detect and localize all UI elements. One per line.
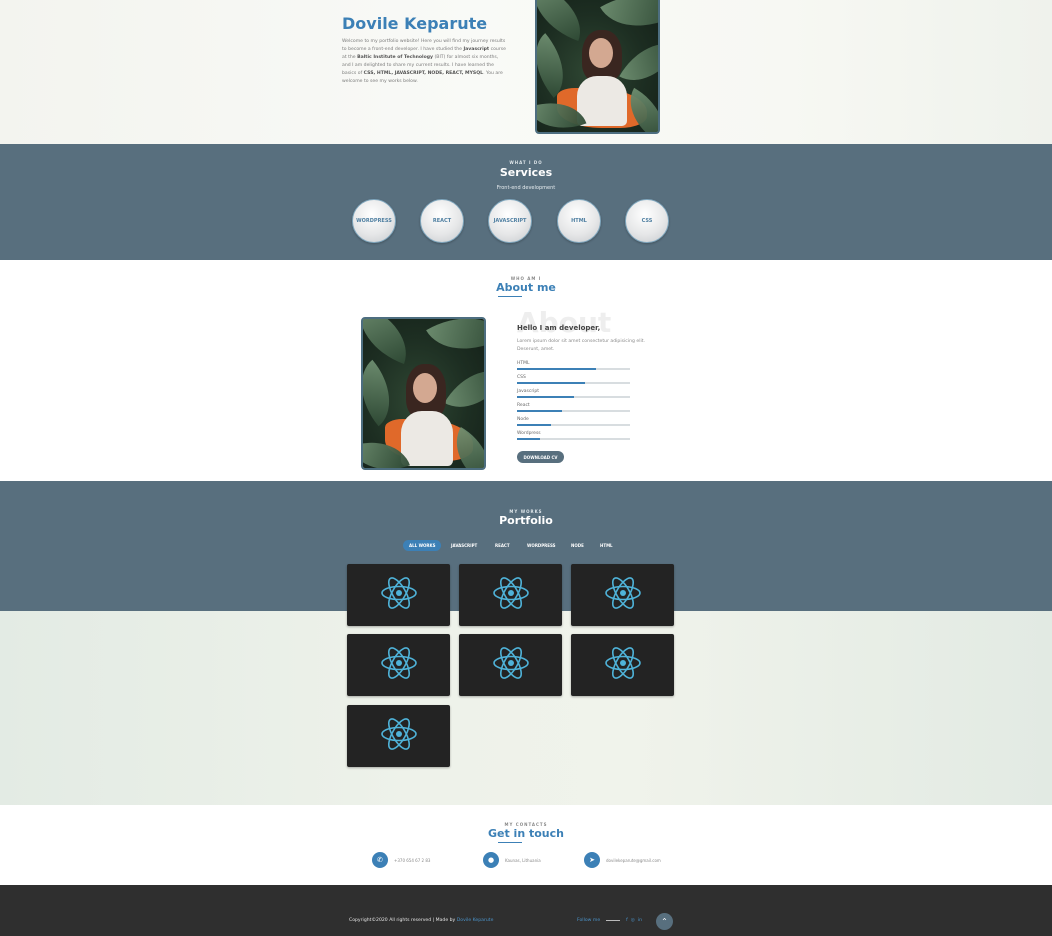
react-logo-icon [604, 646, 642, 684]
about-photo [361, 317, 486, 470]
react-logo-icon [380, 576, 418, 614]
service-css[interactable]: CSS [625, 199, 669, 243]
skill-label: Wordpress [517, 431, 541, 436]
copyright: Copyright©2020 All rights reserved | Mad… [349, 918, 493, 923]
portfolio-card[interactable] [459, 634, 562, 696]
filter-all-works[interactable]: ALL WORKS [403, 540, 442, 551]
contact-title: Get in touch [487, 827, 564, 840]
contact-email[interactable]: ➤ dovilekeparute@gmail.com [584, 852, 661, 868]
copyright-text: Copyright©2020 All rights reserved | Mad… [349, 918, 457, 923]
facebook-icon[interactable]: f [626, 918, 628, 923]
linkedin-icon[interactable]: in [638, 918, 642, 923]
filter-javascript[interactable]: JAVASCRIPT [445, 540, 483, 551]
about-title: About me [496, 281, 556, 294]
service-wordpress[interactable]: WORDPRESS [352, 199, 396, 243]
contact-phone[interactable]: ✆ +370 654 67 2 83 [372, 852, 430, 868]
skill-javascript: Javascript [517, 389, 630, 398]
hero-bio: Welcome to my portfolio website! Here yo… [342, 38, 507, 86]
follow-divider [606, 920, 621, 921]
portfolio-card[interactable] [347, 564, 450, 626]
contact-location[interactable]: ● Kaunas, Lithuania [483, 852, 541, 868]
skill-wordpress: Wordpress [517, 431, 630, 440]
skill-bar [517, 410, 630, 412]
skill-fill [517, 382, 585, 384]
phone-icon: ✆ [372, 852, 388, 868]
contact-email-text: dovilekeparute@gmail.com [606, 857, 661, 863]
skill-fill [517, 410, 563, 412]
skill-css: CSS [517, 375, 630, 384]
react-logo-icon [492, 576, 530, 614]
skill-fill [517, 368, 597, 370]
skill-fill [517, 438, 540, 440]
portfolio-card[interactable] [571, 564, 674, 626]
skill-fill [517, 424, 551, 426]
skill-react: React [517, 403, 630, 412]
skill-label: HTML [517, 361, 530, 366]
author-link[interactable]: Dovile Keparute [457, 918, 494, 923]
react-logo-icon [380, 646, 418, 684]
skill-label: Node [517, 417, 529, 422]
contact-location-text: Kaunas, Lithuania [505, 857, 541, 863]
services-subtitle: Front-end development [496, 185, 556, 191]
download-cv-button[interactable]: DOWNLOAD CV [517, 451, 564, 463]
services-section: WHAT I DO Services Front-end development… [0, 144, 1052, 260]
hero-photo [535, 0, 660, 134]
skill-bar [517, 424, 630, 426]
about-background-word: About [517, 306, 612, 339]
about-hello: Hello I am developer, [517, 324, 601, 332]
react-logo-icon [380, 717, 418, 755]
service-react[interactable]: REACT [420, 199, 464, 243]
send-icon: ➤ [584, 852, 600, 868]
skill-fill [517, 396, 574, 398]
filter-wordpress[interactable]: WORDPRESS [521, 540, 562, 551]
service-javascript[interactable]: JAVASCRIPT [488, 199, 532, 243]
skill-bar [517, 368, 630, 370]
contact-phone-text: +370 654 67 2 83 [394, 857, 431, 863]
portfolio-card[interactable] [347, 634, 450, 696]
about-section: WHO AM I About me About Hello I am devel… [0, 260, 1052, 481]
follow-label: Follow me [577, 918, 601, 923]
instagram-icon[interactable]: ◎ [631, 918, 635, 923]
skill-html: HTML [517, 361, 630, 370]
filter-node[interactable]: NODE [565, 540, 590, 551]
portfolio-card[interactable] [459, 564, 562, 626]
filter-html[interactable]: HTML [594, 540, 619, 551]
bio-bold-2: Baltic Institute of Technology [357, 55, 434, 60]
skill-bar [517, 382, 630, 384]
hero-name: Dovile Keparute [342, 14, 488, 33]
skill-label: Javascript [517, 389, 540, 394]
follow-me: Follow me f ◎ in [577, 918, 645, 923]
footer: Copyright©2020 All rights reserved | Mad… [0, 885, 1052, 936]
bio-bold-3: CSS, HTML, JAVASCRIPT, NODE, REACT, MYSQ… [363, 71, 484, 76]
scroll-top-button[interactable]: ⌃ [656, 913, 673, 930]
portfolio-card[interactable] [571, 634, 674, 696]
react-logo-icon [604, 576, 642, 614]
skill-label: React [517, 403, 530, 408]
skill-label: CSS [517, 375, 526, 380]
about-title-underline [498, 296, 522, 297]
skill-bar [517, 438, 630, 440]
portfolio-title: Portfolio [499, 514, 553, 527]
portfolio-card[interactable] [347, 705, 450, 767]
location-icon: ● [483, 852, 499, 868]
skill-node: Node [517, 417, 630, 426]
about-text: Lorem ipsum dolor sit amet consectetur a… [517, 339, 646, 352]
contact-section: MY CONTACTS Get in touch ✆ +370 654 67 2… [0, 805, 1052, 885]
contact-title-underline [498, 842, 522, 843]
service-html[interactable]: HTML [557, 199, 601, 243]
skill-bar [517, 396, 630, 398]
filter-react[interactable]: REACT [489, 540, 516, 551]
services-title: Services [499, 166, 553, 179]
services-overline: WHAT I DO [509, 160, 543, 165]
bio-bold-1: Javascript [463, 47, 490, 52]
hero-section: Dovile Keparute Welcome to my portfolio … [0, 0, 1052, 144]
react-logo-icon [492, 646, 530, 684]
